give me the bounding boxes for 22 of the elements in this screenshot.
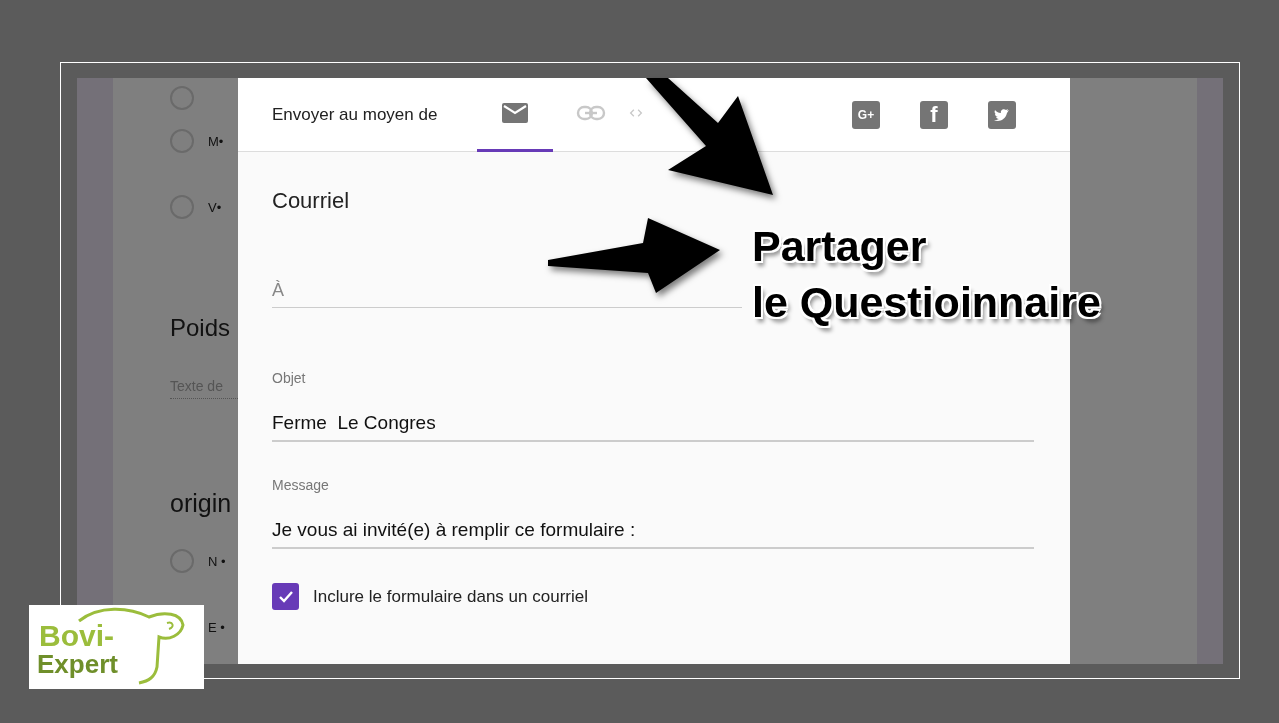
field-label: Objet xyxy=(272,370,307,386)
annotation-text: le Questioinnaire xyxy=(752,277,1101,328)
link-icon xyxy=(576,105,606,121)
facebook-button[interactable]: f xyxy=(920,100,948,129)
annotation-text: Partager xyxy=(752,221,928,272)
mail-icon xyxy=(501,102,529,124)
option-label: M• xyxy=(208,133,224,149)
question-title: Poids xyxy=(170,314,231,342)
message-field[interactable]: Je vous ai invité(e) à remplir ce formulaire : xyxy=(272,519,1034,549)
question-title: origin xyxy=(170,489,232,518)
checkbox[interactable] xyxy=(272,583,299,610)
option-label: V• xyxy=(208,199,222,215)
google-plus-button[interactable]: G+ xyxy=(852,100,880,129)
section-title: Courriel xyxy=(272,188,351,214)
option-label: E • xyxy=(208,619,225,635)
option-label: N • xyxy=(208,553,226,569)
field-label: Message xyxy=(272,477,330,493)
twitter-button[interactable] xyxy=(988,100,1016,129)
checkmark-icon xyxy=(277,589,294,604)
subject-field[interactable]: Ferme Le Congres xyxy=(272,412,1034,442)
send-via-label: Envoyer au moyen de xyxy=(272,104,439,125)
checkbox-label: Inclure le formulaire dans un courriel xyxy=(313,586,588,607)
